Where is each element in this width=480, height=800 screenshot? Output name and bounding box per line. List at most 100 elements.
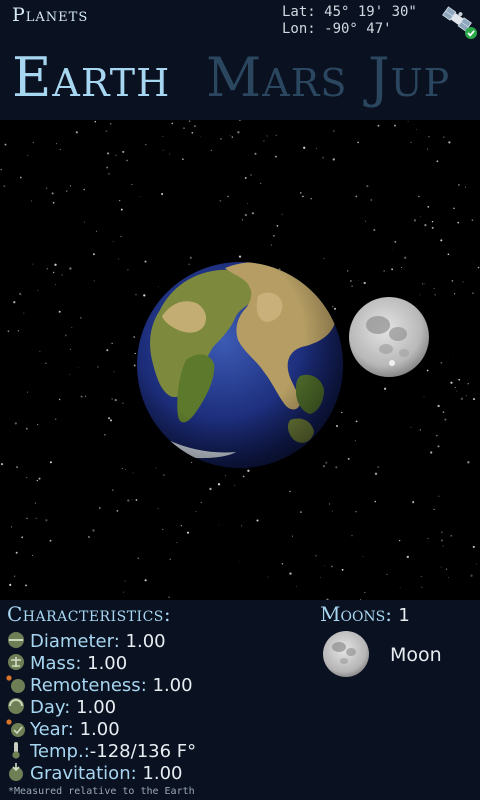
- star: [116, 510, 119, 512]
- star: [333, 307, 337, 310]
- star: [419, 429, 421, 431]
- star: [190, 461, 193, 464]
- year-icon: [6, 719, 25, 737]
- star: [23, 312, 25, 314]
- star: [436, 160, 439, 163]
- moons-count: 1: [398, 605, 410, 626]
- star: [104, 434, 106, 436]
- star: [470, 574, 473, 577]
- star: [346, 270, 349, 272]
- star: [0, 168, 2, 171]
- star: [477, 266, 480, 269]
- star: [412, 500, 415, 503]
- star: [323, 257, 325, 259]
- star: [420, 216, 421, 218]
- stat-value: 1.00: [76, 697, 117, 718]
- earth-globe[interactable]: [137, 262, 343, 468]
- star: [4, 143, 7, 146]
- star: [427, 538, 429, 540]
- star: [241, 219, 243, 221]
- star: [233, 484, 236, 487]
- star: [114, 398, 117, 402]
- tab-mars[interactable]: Mars: [206, 48, 347, 108]
- star: [87, 535, 90, 539]
- tab-jupiter[interactable]: Jup: [368, 48, 450, 108]
- moon-name[interactable]: Moon: [390, 644, 442, 666]
- star: [355, 511, 357, 513]
- star: [462, 281, 464, 283]
- star: [266, 135, 268, 137]
- star: [55, 418, 57, 420]
- star: [423, 283, 425, 285]
- star: [26, 391, 28, 393]
- star: [377, 124, 380, 127]
- star: [374, 472, 378, 475]
- stat-label: Remoteness: [30, 675, 141, 696]
- star: [45, 362, 47, 364]
- star: [219, 199, 222, 202]
- moon-icon[interactable]: [322, 630, 370, 678]
- star: [61, 274, 63, 276]
- star: [110, 123, 112, 125]
- moon-sphere[interactable]: [349, 297, 429, 377]
- star: [247, 469, 250, 472]
- star: [453, 207, 455, 210]
- star: [49, 461, 52, 464]
- star: [467, 461, 470, 464]
- star: [355, 420, 358, 423]
- star: [241, 525, 243, 527]
- star: [440, 361, 443, 364]
- star: [238, 255, 242, 258]
- star: [34, 502, 37, 504]
- star: [106, 349, 109, 352]
- star: [145, 143, 147, 146]
- star: [169, 558, 171, 560]
- star: [404, 256, 407, 259]
- star: [200, 136, 202, 138]
- stat-row-temperature: Temp.:-128/136 F°: [6, 740, 196, 762]
- star: [111, 342, 113, 345]
- star: [274, 155, 277, 158]
- stat-value: 1.00: [142, 763, 183, 784]
- stat-label: Year: [30, 719, 68, 740]
- satellite-icon[interactable]: [440, 4, 478, 40]
- star: [303, 146, 306, 149]
- star: [64, 334, 67, 337]
- star: [25, 427, 28, 430]
- star: [302, 195, 304, 198]
- star: [347, 457, 350, 460]
- star: [406, 555, 409, 559]
- star: [144, 579, 147, 582]
- star: [54, 263, 57, 266]
- star: [108, 172, 111, 175]
- star: [31, 200, 33, 202]
- planet-view[interactable]: [0, 120, 480, 600]
- star: [453, 293, 456, 295]
- star: [52, 201, 55, 204]
- tab-earth[interactable]: Earth: [12, 48, 170, 108]
- stat-label: Mass: [30, 653, 76, 674]
- star: [324, 565, 325, 566]
- star: [377, 466, 379, 468]
- star: [95, 230, 98, 232]
- diameter-icon: [8, 632, 24, 648]
- star: [39, 350, 41, 352]
- star: [349, 280, 352, 282]
- star: [391, 268, 394, 271]
- star: [424, 224, 427, 227]
- star: [83, 188, 85, 191]
- star: [444, 418, 447, 421]
- star: [420, 575, 422, 578]
- planet-tabs: Earth Mars Jup: [0, 48, 480, 114]
- star: [16, 466, 19, 469]
- stat-row-year: Year: 1.00: [6, 718, 120, 740]
- star: [231, 136, 233, 138]
- star: [32, 263, 34, 265]
- star: [200, 501, 202, 503]
- star: [460, 397, 463, 400]
- thermometer-icon: [12, 742, 20, 759]
- star: [447, 577, 449, 578]
- star: [423, 396, 425, 398]
- star: [276, 225, 279, 227]
- star: [357, 280, 359, 281]
